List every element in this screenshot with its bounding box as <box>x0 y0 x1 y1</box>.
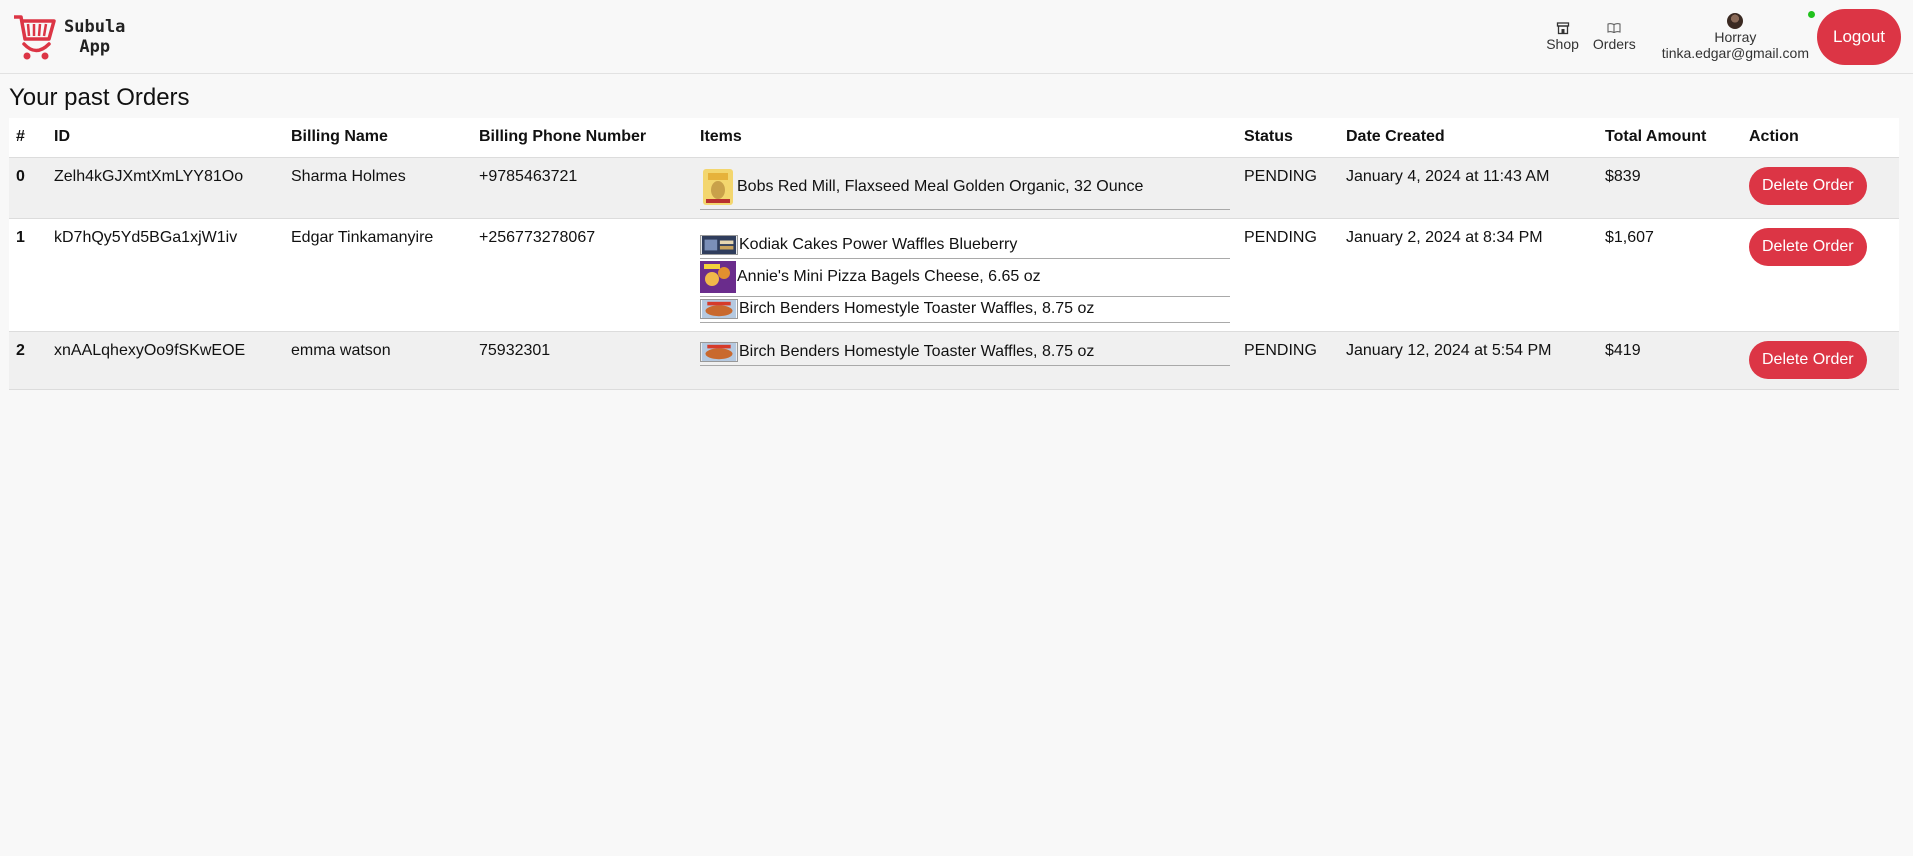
item-name: Kodiak Cakes Power Waffles Blueberry <box>739 236 1018 253</box>
header-status: Status <box>1237 118 1339 158</box>
user-profile[interactable]: Horray tinka.edgar@gmail.com <box>1661 10 1815 61</box>
brand-home-link[interactable]: Subula App <box>12 11 125 63</box>
row-index: 0 <box>9 157 47 219</box>
table-header-row: # ID Billing Name Billing Phone Number I… <box>9 118 1899 158</box>
logout-button[interactable]: Logout <box>1817 8 1901 65</box>
navbar: Subula App Shop Orders Horray tinka.edga… <box>0 0 1913 74</box>
billing-name: Edgar Tinkamanyire <box>284 218 472 332</box>
table-row: 0 Zelh4kGJXmtXmLYY81Oo Sharma Holmes +97… <box>9 157 1899 219</box>
book-open-icon <box>1607 23 1621 34</box>
delete-order-button[interactable]: Delete Order <box>1749 167 1867 205</box>
order-items: Birch Benders Homestyle Toaster Waffles,… <box>693 331 1237 390</box>
nav-shop-link[interactable]: Shop <box>1546 21 1579 52</box>
pizza-bagels-thumbnail <box>700 261 736 293</box>
store-icon <box>1556 22 1569 35</box>
order-items: Kodiak Cakes Power Waffles Blueberry Ann… <box>693 218 1237 332</box>
online-status-dot <box>1808 10 1815 18</box>
nav-shop-label: Shop <box>1546 36 1579 52</box>
billing-phone: +256773278067 <box>472 218 693 332</box>
toaster-waffles-thumbnail <box>700 342 738 362</box>
order-id: kD7hQy5Yd5BGa1xjW1iv <box>47 218 284 332</box>
nav-actions: Shop Orders Horray tinka.edgar@gmail.com… <box>1532 8 1901 65</box>
avatar <box>1727 12 1744 29</box>
order-id: xnAALqhexyOo9fSKwEOE <box>47 331 284 390</box>
header-billing-phone: Billing Phone Number <box>472 118 693 158</box>
row-index: 2 <box>9 331 47 390</box>
order-item: Kodiak Cakes Power Waffles Blueberry <box>700 227 1230 259</box>
order-item: Birch Benders Homestyle Toaster Waffles,… <box>700 340 1230 366</box>
order-status: PENDING <box>1237 331 1339 390</box>
nav-orders-link[interactable]: Orders <box>1593 21 1636 52</box>
order-status: PENDING <box>1237 218 1339 332</box>
date-created: January 4, 2024 at 11:43 AM <box>1339 157 1598 219</box>
billing-phone: +9785463721 <box>472 157 693 219</box>
table-row: 2 xnAALqhexyOo9fSKwEOE emma watson 75932… <box>9 331 1899 390</box>
order-item: Birch Benders Homestyle Toaster Waffles,… <box>700 297 1230 323</box>
flaxseed-bag-thumbnail <box>703 169 733 205</box>
brand-name-line1: Subula <box>64 16 126 37</box>
user-name: Horray <box>1714 28 1757 45</box>
action-cell: Delete Order <box>1742 331 1899 390</box>
total-amount: $839 <box>1598 157 1742 219</box>
user-email: tinka.edgar@gmail.com <box>1661 44 1809 61</box>
header-billing-name: Billing Name <box>284 118 472 158</box>
header-items: Items <box>693 118 1237 158</box>
date-created: January 12, 2024 at 5:54 PM <box>1339 331 1598 390</box>
row-index: 1 <box>9 218 47 332</box>
header-index: # <box>9 118 47 158</box>
header-action: Action <box>1742 118 1899 158</box>
total-amount: $1,607 <box>1598 218 1742 332</box>
delete-order-button[interactable]: Delete Order <box>1749 341 1867 379</box>
delete-order-button[interactable]: Delete Order <box>1749 228 1867 266</box>
toaster-waffles-thumbnail <box>700 299 738 319</box>
action-cell: Delete Order <box>1742 218 1899 332</box>
order-id: Zelh4kGJXmtXmLYY81Oo <box>47 157 284 219</box>
total-amount: $419 <box>1598 331 1742 390</box>
header-date-created: Date Created <box>1339 118 1598 158</box>
order-item: Bobs Red Mill, Flaxseed Meal Golden Orga… <box>700 166 1230 210</box>
billing-name: emma watson <box>284 331 472 390</box>
shopping-cart-logo-icon <box>14 14 56 59</box>
action-cell: Delete Order <box>1742 157 1899 219</box>
page-title: Your past Orders <box>9 84 190 111</box>
order-status: PENDING <box>1237 157 1339 219</box>
item-name: Birch Benders Homestyle Toaster Waffles,… <box>739 300 1095 317</box>
billing-name: Sharma Holmes <box>284 157 472 219</box>
item-name: Annie's Mini Pizza Bagels Cheese, 6.65 o… <box>737 268 1041 285</box>
billing-phone: 75932301 <box>472 331 693 390</box>
item-name: Birch Benders Homestyle Toaster Waffles,… <box>739 343 1095 360</box>
brand-name-line2: App <box>79 36 111 57</box>
item-name: Bobs Red Mill, Flaxseed Meal Golden Orga… <box>737 178 1144 195</box>
order-items: Bobs Red Mill, Flaxseed Meal Golden Orga… <box>693 157 1237 219</box>
order-item: Annie's Mini Pizza Bagels Cheese, 6.65 o… <box>700 259 1230 297</box>
waffle-box-thumbnail <box>700 235 738 255</box>
header-total-amount: Total Amount <box>1598 118 1742 158</box>
date-created: January 2, 2024 at 8:34 PM <box>1339 218 1598 332</box>
nav-orders-label: Orders <box>1592 36 1636 52</box>
brand-name: Subula App <box>64 17 125 57</box>
table-row: 1 kD7hQy5Yd5BGa1xjW1iv Edgar Tinkamanyir… <box>9 218 1899 332</box>
orders-table: # ID Billing Name Billing Phone Number I… <box>9 118 1899 390</box>
header-id: ID <box>47 118 284 158</box>
